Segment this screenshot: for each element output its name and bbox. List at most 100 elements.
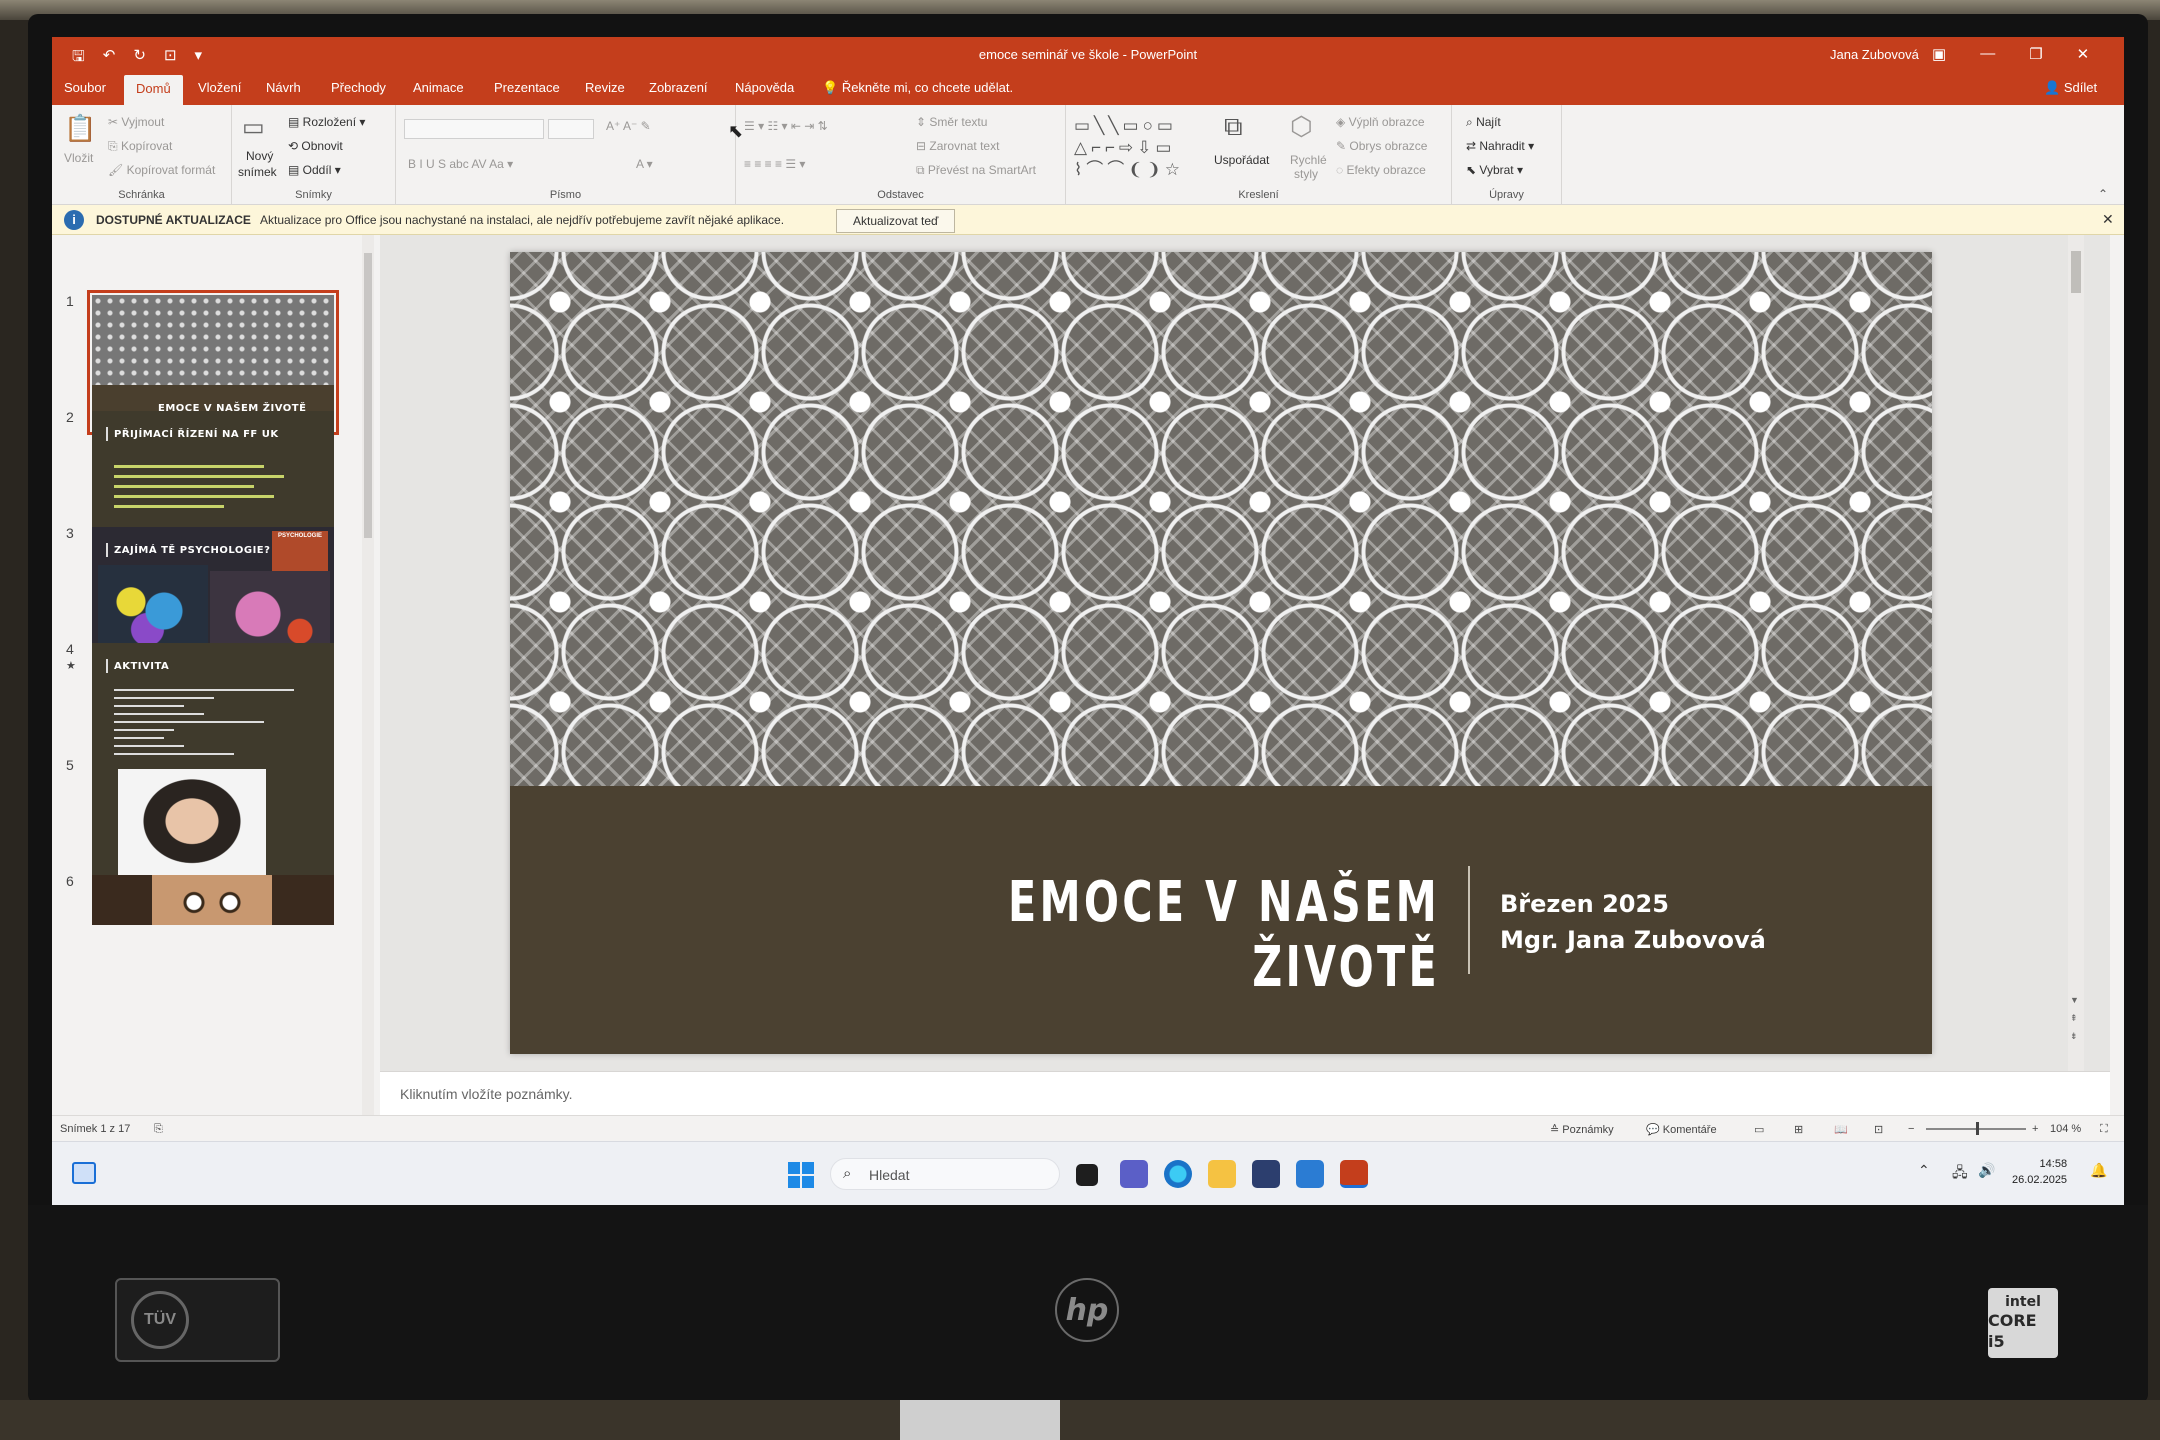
task-view-icon[interactable] — [1076, 1164, 1098, 1186]
font-format-icons[interactable]: B I U S abc AV Aa ▾ — [408, 157, 513, 171]
scrollbar-thumb[interactable] — [2071, 251, 2081, 293]
previous-slide-icon[interactable]: ⇞ — [2070, 1013, 2078, 1024]
section-button[interactable]: ▤ Oddíl ▾ — [288, 163, 341, 177]
arrange-button[interactable]: Uspořádat — [1214, 153, 1269, 167]
arrange-icon[interactable]: ⧉ — [1224, 111, 1243, 143]
shape-effects-button[interactable]: ◌ Efekty obrazce — [1336, 163, 1426, 177]
grow-font-icon[interactable]: A⁺ A⁻ ✎ — [606, 119, 651, 133]
close-infobar-icon[interactable]: ✕ — [2102, 211, 2114, 228]
tab-design[interactable]: Návrh — [266, 80, 301, 95]
start-button[interactable] — [788, 1162, 814, 1188]
slide-title[interactable]: EMOCE V NAŠEM ŽIVOTĚ — [882, 870, 1440, 1000]
share-button[interactable]: 👤 Sdílet — [2044, 80, 2097, 96]
tab-slideshow[interactable]: Prezentace — [494, 80, 560, 95]
quick-styles-button-2[interactable]: styly — [1294, 167, 1318, 181]
bullets-icon[interactable]: ☰ ▾ ☷ ▾ ⇤ ⇥ ⇅ — [744, 119, 828, 133]
select-button[interactable]: ⬉ Vybrat ▾ — [1466, 163, 1523, 177]
comments-toggle[interactable]: 💬 Komentáře — [1646, 1123, 1717, 1136]
canvas-scrollbar[interactable]: ▼ ⇞ ⇟ — [2068, 235, 2084, 1071]
zoom-level[interactable]: 104 % — [2050, 1123, 2081, 1135]
show-hidden-icons[interactable]: ⌃ — [1918, 1162, 1930, 1179]
update-infobar: i DOSTUPNÉ AKTUALIZACE Aktualizace pro O… — [52, 205, 2124, 235]
thumbnail-1[interactable]: EMOCE V NAŠEM ŽIVOTĚ — [87, 290, 339, 435]
restore-icon[interactable]: ❐ — [2029, 45, 2042, 63]
thumbnail-2[interactable]: PŘIJÍMACÍ ŘÍZENÍ NA FF UK — [92, 411, 334, 546]
tab-review[interactable]: Revize — [585, 80, 625, 95]
slide-sorter-icon[interactable]: ⊞ — [1794, 1123, 1803, 1136]
notes-pane[interactable]: Kliknutím vložíte poznámky. — [380, 1071, 2110, 1115]
zoom-in-icon[interactable]: + — [2032, 1123, 2038, 1135]
smartart-button[interactable]: ⧉ Převést na SmartArt — [916, 163, 1036, 178]
thumbnail-4[interactable]: AKTIVITA — [92, 643, 334, 778]
thumbnail-6[interactable] — [92, 875, 334, 925]
network-icon[interactable]: 🖧 — [1952, 1162, 1968, 1186]
cut-button[interactable]: ✂ Vyjmout — [108, 115, 164, 129]
accessibility-icon[interactable]: ⎘ — [154, 1123, 163, 1136]
scroll-down-icon[interactable]: ▼ — [2070, 995, 2079, 1005]
notifications-icon[interactable]: 🔔 — [2090, 1162, 2107, 1179]
scrollbar-thumb[interactable] — [364, 253, 372, 538]
format-painter-button[interactable]: 🖌 Kopírovat formát — [108, 163, 215, 177]
thumbnail-5[interactable] — [92, 759, 334, 894]
next-slide-icon[interactable]: ⇟ — [2070, 1031, 2078, 1042]
text-direction-button[interactable]: ⇕ Směr textu — [916, 115, 987, 129]
file-explorer-icon[interactable] — [1208, 1160, 1236, 1188]
reset-button[interactable]: ⟲ Obnovit — [288, 139, 343, 153]
tab-animations[interactable]: Animace — [413, 80, 464, 95]
replace-button[interactable]: ⇄ Nahradit ▾ — [1466, 139, 1534, 153]
teams-icon[interactable] — [1120, 1160, 1148, 1188]
tell-me-box[interactable]: 💡 Řekněte mi, co chcete udělat. — [822, 80, 1013, 96]
tab-transitions[interactable]: Přechody — [331, 80, 386, 95]
tab-file[interactable]: Soubor — [64, 80, 106, 95]
powerpoint-taskbar-icon[interactable] — [1340, 1160, 1368, 1188]
normal-view-icon[interactable]: ▭ — [1754, 1123, 1764, 1136]
font-name-box[interactable] — [404, 119, 544, 139]
shape-outline-button[interactable]: ✎ Obrys obrazce — [1336, 139, 1427, 153]
layout-button[interactable]: ▤ Rozložení ▾ — [288, 115, 365, 129]
zoom-out-icon[interactable]: − — [1908, 1123, 1914, 1135]
find-button[interactable]: ⌕ Najít — [1466, 115, 1501, 130]
new-slide-button-1[interactable]: Nový — [246, 149, 273, 163]
taskbar-search[interactable]: ⌕ Hledat — [830, 1158, 1060, 1190]
tab-help[interactable]: Nápověda — [735, 80, 794, 95]
quick-styles-button-1[interactable]: Rychlé — [1290, 153, 1327, 167]
slide-author[interactable]: Mgr. Jana Zubovová — [1500, 926, 1766, 954]
fit-slide-icon[interactable]: ⛶ — [2100, 1123, 2108, 1136]
update-now-button[interactable]: Aktualizovat teď — [836, 209, 956, 233]
slide-date[interactable]: Březen 2025 — [1500, 890, 1669, 918]
paste-icon[interactable]: 📋 — [64, 113, 96, 144]
paste-button[interactable]: Vložit — [64, 151, 93, 165]
ribbon-display-icon[interactable]: ▣ — [1932, 45, 1946, 63]
mail-icon[interactable] — [1296, 1160, 1324, 1188]
system-clock[interactable]: 14:58 26.02.2025 — [2012, 1156, 2067, 1188]
minimize-icon[interactable]: — — [1980, 45, 1995, 63]
reading-view-icon[interactable]: 📖 — [1834, 1123, 1848, 1136]
edge-icon[interactable] — [1164, 1160, 1192, 1188]
store-icon[interactable] — [1252, 1160, 1280, 1188]
zoom-slider-thumb[interactable] — [1976, 1122, 1979, 1135]
thumbnail-3[interactable]: ZAJÍMÁ TĚ PSYCHOLOGIE? PSYCHOLOGIE — [92, 527, 334, 662]
thumb-accent-bar — [106, 543, 108, 557]
widgets-icon[interactable] — [72, 1162, 96, 1184]
slideshow-view-icon[interactable]: ⊡ — [1874, 1123, 1883, 1136]
notes-toggle[interactable]: ≙ Poznámky — [1550, 1123, 1614, 1136]
tab-insert[interactable]: Vložení — [198, 80, 241, 95]
shape-fill-button[interactable]: ◈ Výplň obrazce — [1336, 115, 1425, 129]
align-icons[interactable]: ≡ ≡ ≡ ≡ ☰ ▾ — [744, 157, 805, 171]
current-slide[interactable]: EMOCE V NAŠEM ŽIVOTĚ Březen 2025 Mgr. Ja… — [510, 252, 1932, 1054]
font-color-icon[interactable]: A ▾ — [636, 157, 653, 171]
font-size-box[interactable] — [548, 119, 594, 139]
thumbnail-scrollbar[interactable] — [362, 235, 374, 1115]
tab-view[interactable]: Zobrazení — [649, 80, 708, 95]
shapes-gallery[interactable]: ▭╲╲▭○▭ △⌐⌐⇨⇩▭ ⌇⌒⌒❨❩☆ — [1074, 115, 1214, 181]
collapse-ribbon-icon[interactable]: ⌃ — [2098, 187, 2108, 201]
tab-home[interactable]: Domů — [124, 75, 183, 106]
quick-styles-icon[interactable]: ⬡ — [1290, 111, 1313, 142]
volume-icon[interactable]: 🔊 — [1978, 1162, 1995, 1179]
new-slide-button-2[interactable]: snímek — [238, 165, 277, 179]
user-name[interactable]: Jana Zubovová — [1830, 47, 1919, 62]
copy-button[interactable]: ⎘ Kopírovat — [108, 139, 172, 154]
align-text-button[interactable]: ⊟ Zarovnat text — [916, 139, 999, 153]
new-slide-icon[interactable]: ▭ — [242, 113, 265, 142]
close-icon[interactable]: ✕ — [2077, 45, 2090, 63]
